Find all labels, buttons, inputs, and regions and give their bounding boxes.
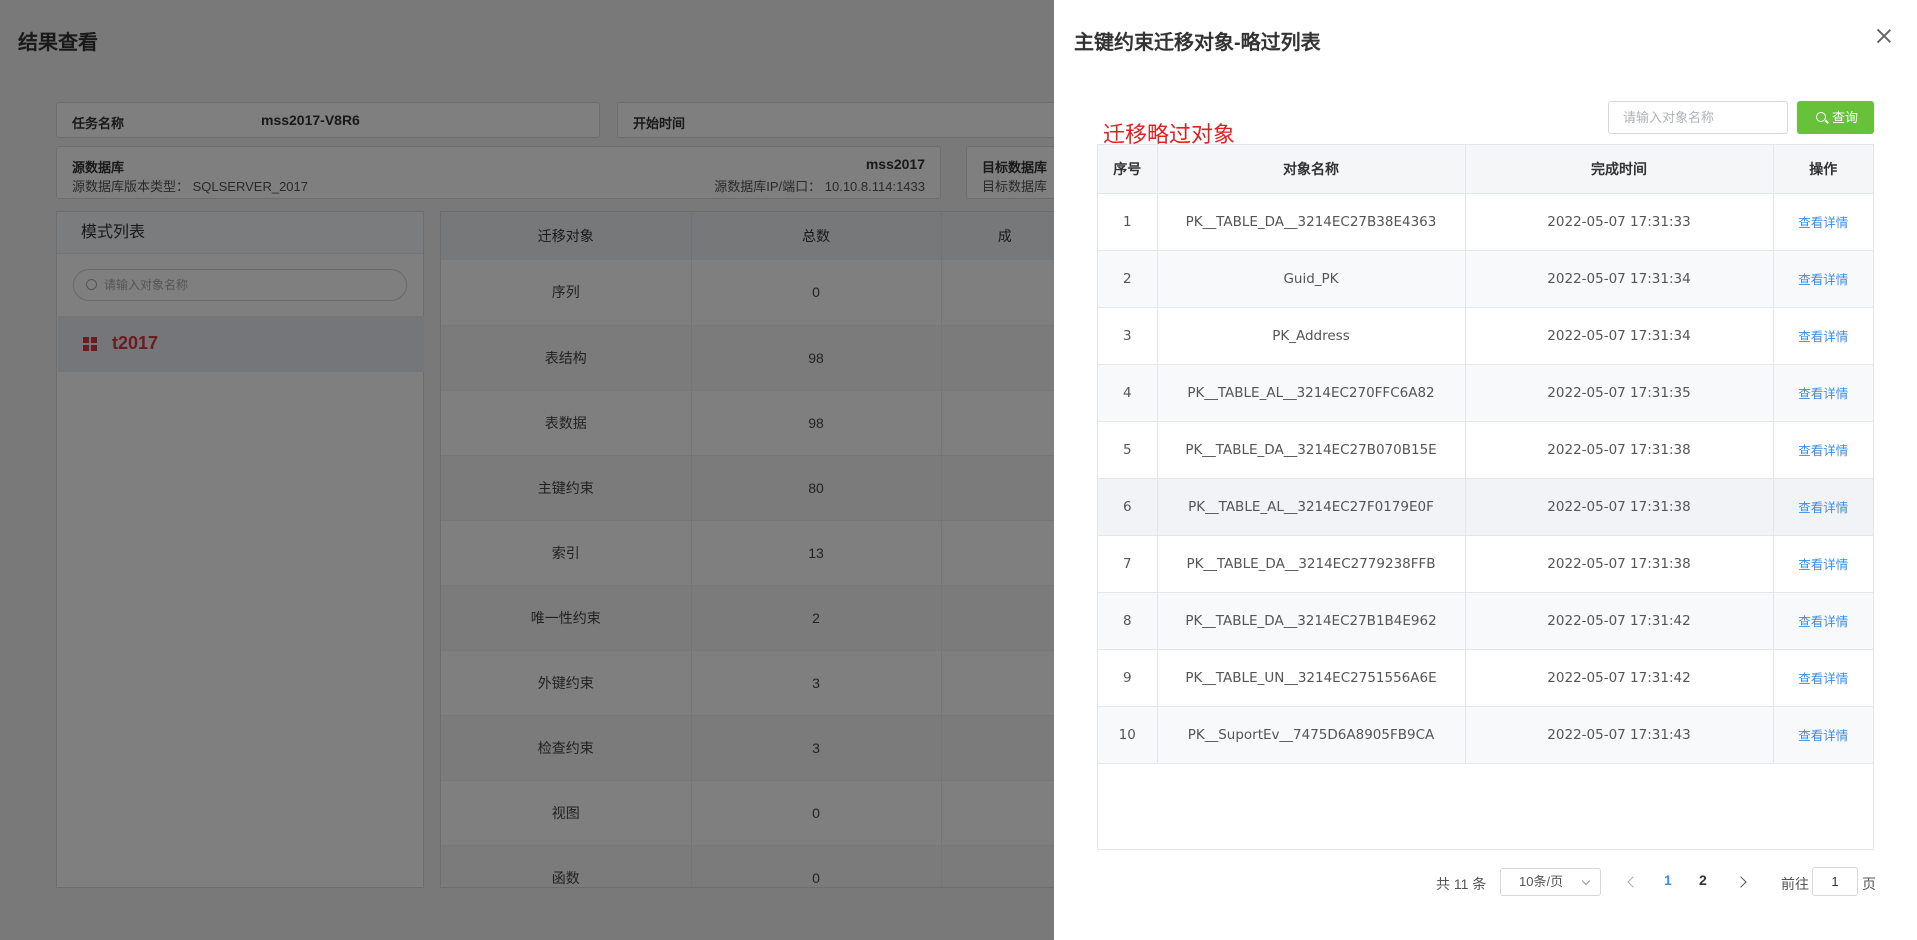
row-finish-time: 2022-05-07 17:31:34 (1465, 307, 1774, 365)
col-action: 操作 (1773, 145, 1873, 194)
table-row: 6 PK__TABLE_AL__3214EC27F0179E0F 2022-05-0… (1098, 478, 1873, 536)
table-row: 1 PK__TABLE_DA__3214EC27B38E4363 2022-05-0… (1098, 193, 1873, 251)
page-size-select[interactable]: 10条/页 (1500, 868, 1601, 896)
row-object-name: PK__SuportEv__7475D6A8905FB9CA (1157, 706, 1466, 764)
row-finish-time: 2022-05-07 17:31:43 (1465, 706, 1774, 764)
row-index: 10 (1098, 706, 1158, 764)
row-object-name: Guid_PK (1157, 250, 1466, 308)
row-object-name: PK__TABLE_DA__3214EC27B38E4363 (1157, 193, 1466, 251)
table-row: 2 Guid_PK 2022-05-07 17:31:34 查看详情 (1098, 250, 1873, 308)
drawer-title: 主键约束迁移对象-略过列表 (1074, 32, 1321, 54)
row-object-name: PK__TABLE_DA__3214EC2779238FFB (1157, 535, 1466, 593)
row-index: 1 (1098, 193, 1158, 251)
goto-suffix: 页 (1862, 876, 1876, 892)
close-icon[interactable] (1874, 26, 1894, 46)
view-details-link[interactable]: 查看详情 (1773, 649, 1873, 707)
page-1-button[interactable]: 1 (1664, 872, 1672, 888)
prev-page-icon[interactable] (1624, 874, 1638, 890)
view-details-link[interactable]: 查看详情 (1773, 421, 1873, 479)
row-object-name: PK__TABLE_AL__3214EC270FFC6A82 (1157, 364, 1466, 422)
view-details-link[interactable]: 查看详情 (1773, 478, 1873, 536)
row-finish-time: 2022-05-07 17:31:42 (1465, 649, 1774, 707)
table-row: 4 PK__TABLE_AL__3214EC270FFC6A82 2022-05-0… (1098, 364, 1873, 422)
col-index: 序号 (1098, 145, 1158, 194)
row-finish-time: 2022-05-07 17:31:34 (1465, 250, 1774, 308)
row-object-name: PK__TABLE_AL__3214EC27F0179E0F (1157, 478, 1466, 536)
next-page-icon[interactable] (1735, 874, 1749, 890)
view-details-link[interactable]: 查看详情 (1773, 592, 1873, 650)
table-row: 3 PK_Address 2022-05-07 17:31:34 查看详情 (1098, 307, 1873, 365)
row-finish-time: 2022-05-07 17:31:38 (1465, 478, 1774, 536)
view-details-link[interactable]: 查看详情 (1773, 193, 1873, 251)
page-2-button[interactable]: 2 (1699, 872, 1707, 888)
query-button-label: 查询 (1832, 110, 1859, 125)
col-finish-time: 完成时间 (1465, 145, 1774, 194)
row-object-name: PK__TABLE_DA__3214EC27B070B15E (1157, 421, 1466, 479)
table-row: 7 PK__TABLE_DA__3214EC2779238FFB 2022-05-0… (1098, 535, 1873, 593)
table-row: 8 PK__TABLE_DA__3214EC27B1B4E962 2022-05-0… (1098, 592, 1873, 650)
view-details-link[interactable]: 查看详情 (1773, 364, 1873, 422)
row-finish-time: 2022-05-07 17:31:38 (1465, 421, 1774, 479)
table-row: 5 PK__TABLE_DA__3214EC27B070B15E 2022-05-0… (1098, 421, 1873, 479)
row-index: 2 (1098, 250, 1158, 308)
row-finish-time: 2022-05-07 17:31:33 (1465, 193, 1774, 251)
skip-list-drawer: 主键约束迁移对象-略过列表 迁移略过对象 查询 序号 对象名称 完成时间 操作 … (1054, 0, 1917, 940)
object-search-input[interactable] (1608, 101, 1788, 134)
total-count: 共 11 条 (1436, 876, 1487, 892)
skip-list-table: 序号 对象名称 完成时间 操作 1 PK__TABLE_DA__3214EC27B… (1097, 144, 1874, 850)
row-index: 9 (1098, 649, 1158, 707)
row-finish-time: 2022-05-07 17:31:38 (1465, 535, 1774, 593)
row-index: 8 (1098, 592, 1158, 650)
view-details-link[interactable]: 查看详情 (1773, 307, 1873, 365)
view-details-link[interactable]: 查看详情 (1773, 250, 1873, 308)
col-object-name: 对象名称 (1157, 145, 1466, 194)
page-size-value: 10条/页 (1519, 874, 1564, 889)
goto-page-input[interactable] (1812, 867, 1858, 896)
row-object-name: PK_Address (1157, 307, 1466, 365)
table-row: 10 PK__SuportEv__7475D6A8905FB9CA 2022-05-… (1098, 706, 1873, 764)
query-button[interactable]: 查询 (1797, 101, 1874, 134)
row-finish-time: 2022-05-07 17:31:35 (1465, 364, 1774, 422)
row-object-name: PK__TABLE_DA__3214EC27B1B4E962 (1157, 592, 1466, 650)
search-icon (1816, 112, 1826, 122)
row-index: 5 (1098, 421, 1158, 479)
table-row: 9 PK__TABLE_UN__3214EC2751556A6E 2022-05-0… (1098, 649, 1873, 707)
view-details-link[interactable]: 查看详情 (1773, 535, 1873, 593)
chevron-down-icon (1581, 876, 1591, 886)
row-index: 4 (1098, 364, 1158, 422)
row-index: 6 (1098, 478, 1158, 536)
row-finish-time: 2022-05-07 17:31:42 (1465, 592, 1774, 650)
goto-label: 前往 (1781, 876, 1809, 892)
row-index: 3 (1098, 307, 1158, 365)
view-details-link[interactable]: 查看详情 (1773, 706, 1873, 764)
row-index: 7 (1098, 535, 1158, 593)
row-object-name: PK__TABLE_UN__3214EC2751556A6E (1157, 649, 1466, 707)
